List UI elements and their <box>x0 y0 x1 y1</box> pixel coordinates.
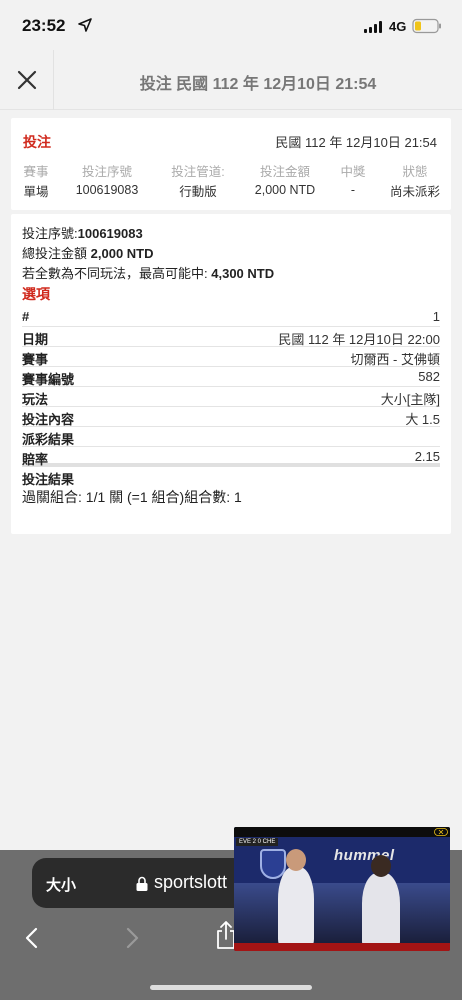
max-win-label: 若全數為不同玩法，最高可能中: <box>22 266 208 281</box>
page-header: 投注 民國 112 年 12月10日 21:54 <box>0 50 462 110</box>
detail-row-result: 投注結果 <box>22 467 440 487</box>
summary-value-cell: - <box>350 183 356 197</box>
video-ticker <box>234 943 450 951</box>
detail-row-odds: 賠率 2.15 <box>22 447 440 467</box>
summary-header-cell: 狀態 <box>402 164 428 179</box>
summary-value-cell: 尚未派彩 <box>389 184 440 199</box>
detail-row-play-type: 玩法 大小[主隊] <box>22 387 440 407</box>
detail-row-date: 日期 民國 112 年 12月10日 22:00 <box>22 327 440 347</box>
detail-row-value: 切爾西 - 艾佛頓 <box>350 352 440 367</box>
video-pip[interactable]: EVE 2 0 CHE hummel <box>234 827 450 951</box>
serial-line: 投注序號:100619083 <box>22 223 143 242</box>
combination-line: 過關組合: 1/1 關 (=1 組合)組合數: 1 <box>22 489 242 505</box>
player-head <box>371 855 391 877</box>
page-title: 投注 民國 112 年 12月10日 21:54 <box>139 76 377 93</box>
forward-icon[interactable] <box>120 926 144 950</box>
summary-header-cell: 中獎 <box>340 164 366 179</box>
detail-row-key: 賽事編號 <box>22 372 75 387</box>
summary-header-row: 賽事 投注序號 投注管道: 投注金額 中獎 狀態 <box>11 160 451 180</box>
serial-value: 100619083 <box>77 226 143 241</box>
text-size-button[interactable]: 大小 <box>46 874 76 895</box>
detail-row-key: 投注內容 <box>22 412 75 427</box>
url-text: sportslott <box>154 872 228 892</box>
detail-row-selection: 投注內容 大 1.5 <box>22 407 440 427</box>
detail-row-value: 大 1.5 <box>405 412 440 427</box>
detail-row-match: 賽事 切爾西 - 艾佛頓 <box>22 347 440 367</box>
video-scorebar <box>234 827 450 837</box>
status-time: 23:52 <box>22 16 66 35</box>
bet-summary-card: 投注 民國 112 年 12月10日 21:54 賽事 投注序號 投注管道: 投… <box>11 118 451 210</box>
summary-value-cell: 單場 <box>23 184 49 199</box>
detail-row-key: 玩法 <box>22 392 49 407</box>
close-icon[interactable] <box>12 65 42 95</box>
player-figure <box>278 867 314 947</box>
lock-icon <box>136 876 148 891</box>
detail-row-number: # 1 <box>22 307 440 327</box>
bet-detail-card: 投注序號:100619083 總投注金額 2,000 NTD 若全數為不同玩法，… <box>11 214 451 534</box>
summary-table: 賽事 投注序號 投注管道: 投注金額 中獎 狀態 單場 100619083 行動… <box>11 160 451 200</box>
summary-date: 民國 112 年 12月10日 21:54 <box>275 135 437 150</box>
max-win-value: 4,300 NTD <box>211 266 275 281</box>
back-icon[interactable] <box>20 926 44 950</box>
summary-value-cell: 100619083 <box>75 183 139 197</box>
summary-type: 投注 <box>23 134 51 150</box>
detail-row-value: 民國 112 年 12月10日 22:00 <box>278 332 440 347</box>
total-line: 總投注金額 2,000 NTD <box>22 243 154 262</box>
video-score: EVE 2 0 CHE <box>236 838 279 846</box>
location-arrow-icon <box>78 18 92 32</box>
summary-value-row: 單場 100619083 行動版 2,000 NTD - 尚未派彩 <box>11 180 451 200</box>
battery-icon <box>412 18 441 34</box>
network-label: 4G <box>389 19 407 34</box>
detail-row-payout: 派彩結果 <box>22 427 440 447</box>
detail-row-key: 日期 <box>22 332 49 347</box>
detail-row-key: 派彩結果 <box>22 432 75 447</box>
signal-icon <box>364 21 384 33</box>
detail-row-key: 投注結果 <box>22 472 75 487</box>
summary-value-cell: 行動版 <box>179 184 217 199</box>
summary-header-cell: 投注金額 <box>259 164 310 179</box>
summary-value-cell: 2,000 NTD <box>254 183 316 197</box>
detail-row-key: # <box>22 309 30 324</box>
pip-close-icon[interactable] <box>434 828 448 836</box>
player-head <box>286 849 306 871</box>
detail-row-value: 2.15 <box>414 449 440 464</box>
total-value: 2,000 NTD <box>90 246 154 261</box>
summary-header-cell: 投注管道: <box>171 164 225 179</box>
detail-row-value: 582 <box>418 369 440 384</box>
total-label: 總投注金額 <box>22 246 88 261</box>
detail-row-value: 大小[主隊] <box>380 392 440 407</box>
summary-header-cell: 賽事 <box>23 164 49 179</box>
home-indicator <box>150 985 312 990</box>
detail-row-value: 1 <box>432 309 440 324</box>
detail-row-key: 賠率 <box>22 452 49 467</box>
detail-row-match-id: 賽事編號 582 <box>22 367 440 387</box>
stadium-stand <box>234 883 450 943</box>
max-win-line: 若全數為不同玩法，最高可能中: 4,300 NTD <box>22 263 274 282</box>
serial-label: 投注序號: <box>22 226 78 241</box>
status-bar: 23:52 4G <box>0 0 462 50</box>
detail-row-key: 賽事 <box>22 352 49 367</box>
options-section-title: 選項 <box>22 286 50 302</box>
player-figure <box>362 873 400 949</box>
summary-header-cell: 投注序號 <box>81 164 132 179</box>
